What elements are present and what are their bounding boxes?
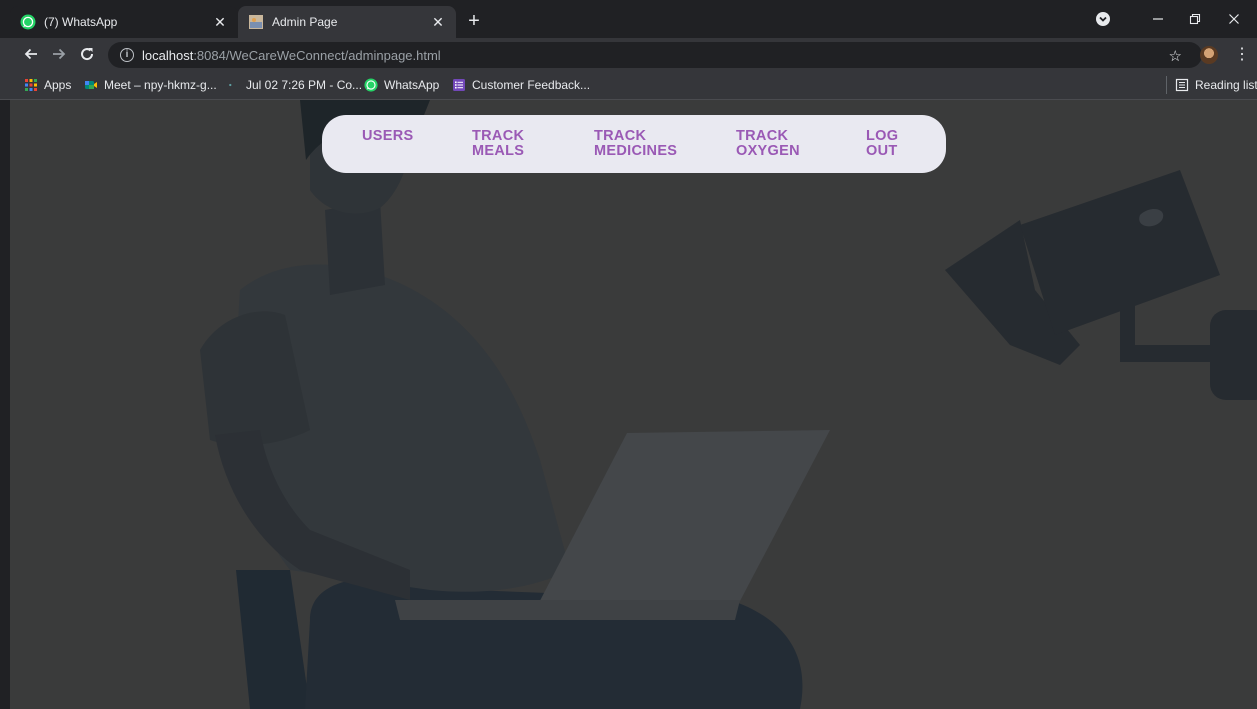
reading-list-label: Reading list — [1195, 78, 1257, 92]
reading-list-button[interactable]: Reading list — [1175, 76, 1257, 94]
tab-title: Admin Page — [272, 15, 338, 29]
forward-arrow-icon — [53, 48, 66, 60]
nav-label-line-2: OXYGEN — [736, 143, 800, 159]
bookmark-meet[interactable]: Meet – npy-hkmz-g... — [84, 76, 217, 94]
nav-track-meals-link[interactable]: TRACK MEALS — [472, 129, 524, 159]
apps-grid-icon — [25, 79, 37, 91]
nav-logout-link[interactable]: LOG OUT — [866, 129, 898, 159]
bookmark-star-icon[interactable]: ☆ — [1169, 47, 1182, 65]
nav-label-line-1: TRACK — [736, 128, 789, 144]
address-bar[interactable]: i localhost:8084/WeCareWeConnect/adminpa… — [108, 42, 1202, 68]
page-thumbnail-icon — [249, 15, 263, 29]
nav-users-label: USERS — [362, 128, 414, 144]
new-tab-button[interactable]: + — [462, 10, 486, 34]
bookmarks-bar: Apps Meet – npy-hkmz-g... Jul 02 7:26 PM… — [0, 70, 1257, 100]
nav-label-line-1: TRACK — [594, 128, 647, 144]
bookmark-label: Jul 02 7:26 PM - Co... — [246, 78, 363, 92]
close-window-button[interactable] — [1222, 8, 1246, 30]
site-info-icon[interactable]: i — [120, 48, 134, 62]
bookmark-label: Meet – npy-hkmz-g... — [104, 78, 217, 92]
tab-title: (7) WhatsApp — [44, 15, 118, 29]
url-host: localhost — [142, 47, 194, 63]
tab-search-icon — [1096, 12, 1110, 26]
tab-close-icon[interactable]: ✕ — [430, 14, 446, 31]
browser-window: (7) WhatsApp ✕ Admin Page ✕ + i localhos… — [0, 0, 1257, 709]
nav-label-line-1: LOG — [866, 128, 899, 144]
bookmark-label: Apps — [44, 78, 72, 92]
restore-icon — [1189, 13, 1201, 25]
bookmark-apps[interactable]: Apps — [24, 76, 71, 94]
whatsapp-icon — [364, 78, 378, 92]
tab-strip: (7) WhatsApp ✕ Admin Page ✕ + — [0, 0, 1257, 38]
minimize-icon — [1153, 18, 1163, 20]
bookmark-label: WhatsApp — [384, 78, 440, 92]
forms-icon — [453, 79, 465, 91]
browser-toolbar: i localhost:8084/WeCareWeConnect/adminpa… — [0, 38, 1257, 70]
forward-button[interactable] — [48, 43, 70, 65]
nav-label-line-2: MEALS — [472, 143, 525, 159]
bookmarks-divider — [1166, 76, 1167, 94]
google-meet-icon — [85, 81, 97, 89]
dot-icon — [229, 83, 232, 87]
minimize-button[interactable] — [1146, 8, 1170, 30]
tab-close-icon[interactable]: ✕ — [212, 14, 228, 31]
url-path: :8084/WeCareWeConnect/adminpage.html — [193, 47, 441, 63]
nav-track-oxygen-link[interactable]: TRACK OXYGEN — [736, 129, 800, 159]
back-button[interactable] — [20, 43, 42, 65]
tab-search-button[interactable] — [1092, 8, 1114, 30]
nav-label-line-2: MEDICINES — [594, 143, 678, 159]
bookmark-whatsapp[interactable]: WhatsApp — [364, 76, 439, 94]
reading-list-icon — [1175, 78, 1189, 92]
admin-nav-bar: USERS TRACK MEALS TRACK MEDICINES TRACK … — [322, 115, 946, 173]
tab-whatsapp[interactable]: (7) WhatsApp ✕ — [10, 6, 238, 38]
nav-users-link[interactable]: USERS — [362, 129, 413, 144]
page-content: USERS TRACK MEALS TRACK MEDICINES TRACK … — [10, 100, 1257, 709]
whatsapp-icon — [20, 14, 36, 30]
restore-button[interactable] — [1183, 8, 1207, 30]
reload-button[interactable] — [76, 43, 98, 65]
background-illustration — [200, 100, 1257, 709]
reload-icon — [81, 48, 94, 61]
bookmark-label: Customer Feedback... — [472, 78, 591, 92]
close-icon — [1229, 14, 1239, 24]
tab-admin-page[interactable]: Admin Page ✕ — [238, 6, 456, 38]
nav-label-line-1: TRACK — [472, 128, 525, 144]
menu-kebab-icon[interactable]: ⋮ — [1234, 44, 1250, 64]
back-arrow-icon — [24, 48, 37, 60]
bookmark-customer-feedback[interactable]: Customer Feedback... — [452, 76, 590, 94]
nav-label-line-2: OUT — [866, 143, 898, 159]
bookmark-calendar-event[interactable]: Jul 02 7:26 PM - Co... — [228, 76, 362, 94]
profile-avatar[interactable] — [1200, 46, 1218, 64]
nav-track-medicines-link[interactable]: TRACK MEDICINES — [594, 129, 677, 159]
